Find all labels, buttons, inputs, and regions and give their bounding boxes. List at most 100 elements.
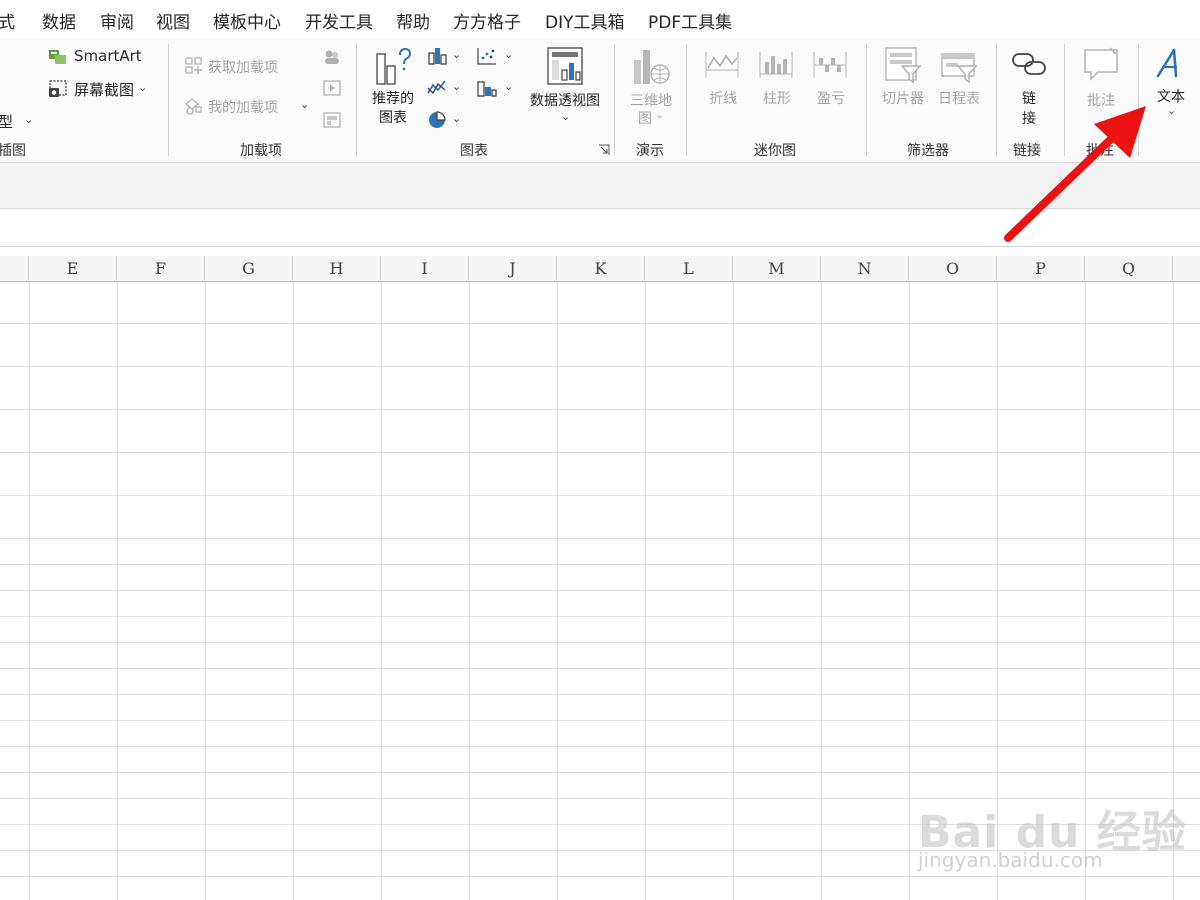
recommended-label-2: 图表 — [379, 110, 407, 126]
column-header-k[interactable]: K — [557, 256, 645, 282]
menu-diy-toolbox[interactable]: DIY工具箱 — [545, 8, 625, 33]
column-header-o[interactable]: O — [909, 256, 997, 282]
people-icon[interactable] — [322, 48, 342, 66]
column-header-m[interactable]: M — [733, 256, 821, 282]
get-addins-label: 获取加载项 — [208, 60, 278, 76]
text-button[interactable]: 文本 ⌄ — [1146, 44, 1196, 126]
column-header-l[interactable]: L — [645, 256, 733, 282]
column-chart-button[interactable]: ⌄ — [424, 44, 466, 68]
link-label-1: 链 — [1022, 91, 1036, 107]
menu-bar: 式 数据 审阅 视图 模板中心 开发工具 帮助 方方格子 DIY工具箱 PDF工… — [0, 0, 1200, 38]
timeline-button[interactable]: 日程表 — [932, 44, 986, 110]
ribbon-separator — [614, 44, 615, 156]
pivot-chart-icon — [547, 47, 583, 85]
chevron-down-icon: ⌄ — [452, 80, 462, 93]
menu-data[interactable]: 数据 — [42, 8, 76, 33]
column-header-e[interactable]: E — [29, 256, 117, 282]
menu-developer[interactable]: 开发工具 — [305, 8, 373, 33]
screenshot-label: 屏幕截图 — [74, 81, 135, 99]
map3d-label-1: 三维地 — [630, 93, 672, 109]
recommended-charts-button[interactable]: 推荐的 图表 — [366, 44, 420, 126]
table-visual-icon[interactable] — [323, 112, 341, 128]
group-label-illustrations: 插图 — [0, 143, 26, 159]
group-label-tours: 演示 — [636, 143, 664, 159]
screenshot-icon — [49, 80, 67, 97]
column-header-q[interactable]: Q — [1085, 256, 1173, 282]
sparkline-winloss-label: 盈亏 — [817, 91, 845, 107]
pivot-chart-button[interactable]: 数据透视图 ⌄ — [524, 44, 606, 126]
timeline-label: 日程表 — [938, 91, 980, 107]
sparkline-line-button[interactable]: 折线 — [700, 46, 746, 110]
menu-template-center[interactable]: 模板中心 — [213, 8, 281, 33]
timeline-icon — [941, 53, 978, 84]
ribbon-separator — [996, 44, 997, 156]
sparkline-winloss-icon — [813, 52, 847, 78]
comment-icon — [1084, 47, 1118, 81]
sparkline-column-icon — [759, 52, 793, 78]
link-label-2: 接 — [1022, 111, 1036, 127]
comment-button[interactable]: 批注 — [1074, 44, 1128, 110]
column-header-i[interactable]: I — [381, 256, 469, 282]
pivot-chart-label: 数据透视图 — [530, 93, 600, 109]
ribbon-separator — [866, 44, 867, 156]
slicer-button[interactable]: 切片器 — [876, 44, 930, 110]
group-label-addins: 加载项 — [240, 143, 282, 159]
hierarchy-chart-button[interactable]: ⌄ — [474, 76, 518, 100]
get-addins-button[interactable]: 获取加载项 — [182, 54, 307, 78]
dialog-launcher-icon[interactable] — [598, 144, 610, 156]
my-addins-button[interactable]: 我的加载项 ⌄ — [182, 94, 312, 118]
recommended-label-1: 推荐的 — [372, 91, 414, 107]
map3d-label-2: 图 — [638, 111, 652, 127]
column-header-h[interactable]: H — [293, 256, 381, 282]
comment-label: 批注 — [1087, 93, 1115, 109]
group-label-links: 链接 — [1013, 143, 1041, 159]
column-header-n[interactable]: N — [821, 256, 909, 282]
menu-pdf-tools[interactable]: PDF工具集 — [648, 8, 732, 33]
3d-map-button[interactable]: 三维地 图 ⌄ — [622, 44, 680, 127]
pie-chart-icon — [429, 111, 446, 128]
screenshot-button[interactable]: 屏幕截图 ⌄ — [46, 78, 156, 100]
column-header-partial[interactable] — [0, 256, 29, 282]
menu-help[interactable]: 帮助 — [396, 8, 430, 33]
menu-formulas[interactable]: 式 — [0, 8, 15, 33]
line-chart-button[interactable]: ⌄ — [424, 76, 466, 100]
menu-ffgz[interactable]: 方方格子 — [453, 8, 521, 33]
menu-view[interactable]: 视图 — [156, 8, 190, 33]
chevron-down-icon: ⌄ — [138, 81, 148, 94]
sparkline-column-button[interactable]: 柱形 — [754, 46, 800, 110]
scatter-chart-icon — [477, 48, 496, 65]
play-icon[interactable] — [323, 80, 341, 96]
link-icon — [1012, 53, 1046, 75]
link-button[interactable]: 链 接 — [1004, 44, 1054, 128]
group-label-comments: 批注 — [1086, 143, 1114, 159]
shapes-icon — [184, 98, 202, 115]
menu-review[interactable]: 审阅 — [100, 8, 134, 33]
3d-model-button[interactable]: 型 ⌄ — [0, 110, 40, 132]
column-chart-icon — [428, 48, 447, 65]
scatter-chart-button[interactable]: ⌄ — [474, 44, 518, 68]
smartart-label: SmartArt — [74, 47, 142, 65]
group-label-charts: 图表 — [460, 143, 488, 159]
column-header-f[interactable]: F — [117, 256, 205, 282]
line-chart-icon — [427, 80, 446, 95]
ribbon-separator — [1138, 44, 1139, 156]
sparkline-column-label: 柱形 — [763, 91, 791, 107]
text-label: 文本 — [1157, 89, 1185, 105]
chevron-down-icon: ⌄ — [1167, 104, 1177, 117]
recommended-chart-icon — [376, 47, 412, 85]
smartart-button[interactable]: SmartArt — [46, 46, 156, 68]
formula-bar-gap — [0, 209, 1200, 247]
chevron-down-icon: ⌄ — [561, 110, 571, 123]
formula-bar[interactable] — [0, 163, 1200, 209]
smartart-icon — [49, 50, 66, 64]
chevron-down-icon: ⌄ — [24, 113, 34, 126]
sparkline-winloss-button[interactable]: 盈亏 — [808, 46, 854, 110]
ribbon-separator — [168, 44, 169, 156]
grid-plus-icon — [185, 57, 202, 74]
pie-chart-button[interactable]: ⌄ — [424, 108, 466, 132]
ribbon-separator — [356, 44, 357, 156]
column-header-g[interactable]: G — [205, 256, 293, 282]
sparkline-line-icon — [705, 52, 739, 78]
column-header-j[interactable]: J — [469, 256, 557, 282]
column-header-p[interactable]: P — [997, 256, 1085, 282]
